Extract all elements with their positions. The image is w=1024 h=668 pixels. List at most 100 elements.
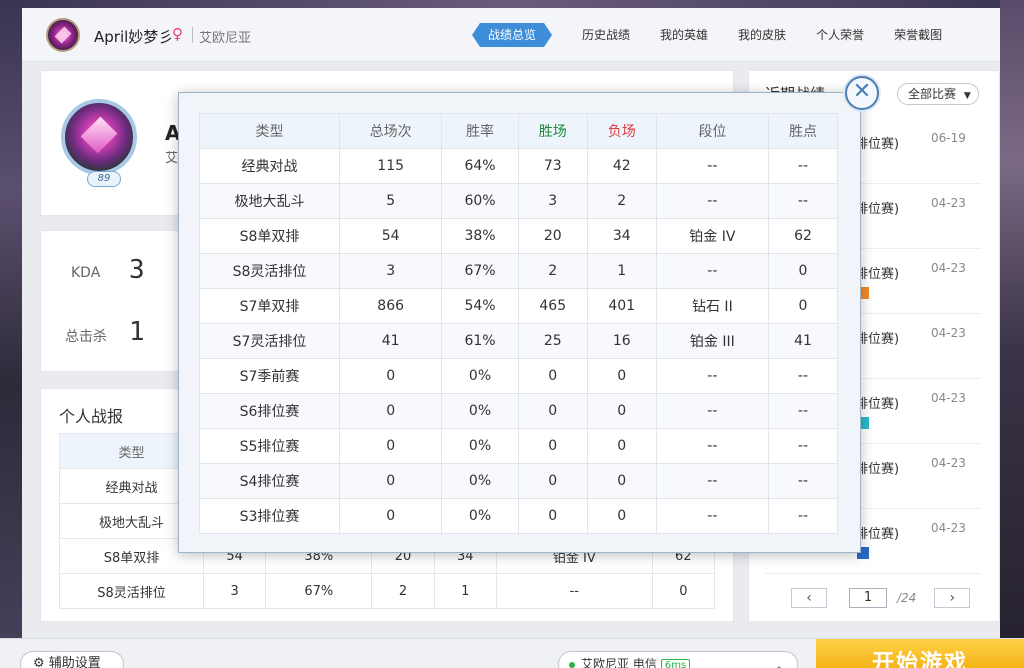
avatar[interactable]	[46, 18, 80, 52]
cell-total: 0	[338, 498, 443, 534]
cell-winrate: 64%	[441, 148, 519, 184]
status-dot-icon	[569, 661, 575, 668]
start-game-button[interactable]: 开始游戏	[816, 639, 1024, 668]
server-status-selector[interactable]: 艾欧尼亚 电信 6ms ︿	[558, 651, 798, 668]
table-row: S8单双排 54 38% 20 34 铂金 IV 62	[199, 218, 839, 254]
column-header-losses: 负场	[586, 113, 657, 149]
cell-wins: 0	[517, 498, 588, 534]
cell-points: 0	[767, 253, 839, 289]
bottom-bar: ⚙ 辅助设置 艾欧尼亚 电信 6ms ︿ 开始游戏	[0, 638, 1024, 668]
cell-rank: 钻石 II	[655, 288, 769, 324]
column-header-rank: 段位	[655, 113, 769, 149]
cell-points: 41	[767, 323, 839, 359]
next-page-button[interactable]: ›	[934, 588, 971, 608]
kills-label: 总击杀	[65, 329, 107, 345]
kda-label: KDA	[71, 265, 101, 281]
match-date: 04-23	[931, 261, 966, 275]
level-badge: 89	[87, 171, 121, 187]
cell-winrate: 0%	[441, 498, 519, 534]
cell-type: S6排位赛	[199, 393, 340, 429]
table-row: S4排位赛 0 0% 0 0 -- --	[199, 463, 839, 499]
match-date: 06-19	[931, 131, 966, 145]
cell-winrate: 38%	[441, 218, 519, 254]
chevron-up-icon: ︿	[772, 659, 785, 668]
close-popup-button[interactable]: ✕	[845, 76, 879, 110]
table-row: S8灵活排位 3 67% 2 1 -- 0	[59, 573, 716, 609]
profile-server: 艾	[165, 151, 179, 166]
tab-heroes[interactable]: 我的英雄	[660, 23, 708, 47]
table-cell: 3	[202, 573, 267, 609]
cell-rank: --	[655, 393, 769, 429]
match-date: 04-23	[931, 391, 966, 405]
cell-winrate: 67%	[441, 253, 519, 289]
match-mode: 排位赛)	[855, 527, 900, 542]
table-row: S7季前赛 0 0% 0 0 -- --	[199, 358, 839, 394]
cell-winrate: 54%	[441, 288, 519, 324]
background-art-top	[0, 0, 1024, 8]
tab-overview[interactable]: 战绩总览	[472, 23, 552, 47]
column-header-type: 类型	[199, 113, 340, 149]
cell-wins: 3	[517, 183, 588, 219]
table-row: S5排位赛 0 0% 0 0 -- --	[199, 428, 839, 464]
table-row: 极地大乱斗 5 60% 3 2 -- --	[199, 183, 839, 219]
tab-skins[interactable]: 我的皮肤	[738, 23, 786, 47]
page-number-input[interactable]: 1	[849, 588, 887, 608]
cell-total: 0	[338, 358, 443, 394]
cell-points: --	[767, 183, 839, 219]
table-cell: S8灵活排位	[59, 573, 204, 609]
tab-honors[interactable]: 个人荣誉	[816, 23, 864, 47]
profile-avatar	[61, 99, 137, 175]
match-filter-dropdown[interactable]: 全部比赛 ▼	[897, 83, 979, 105]
cell-points: --	[767, 358, 839, 394]
column-header-total: 总场次	[338, 113, 443, 149]
match-date: 04-23	[931, 196, 966, 210]
kda-value: 3	[129, 255, 145, 285]
header-bar: April妙梦彡 ♀ 艾欧尼亚 战绩总览 历史战绩 我的英雄 我的皮肤 个人荣誉…	[22, 8, 1000, 62]
match-mode: 排位赛)	[855, 202, 900, 217]
cell-type: S4排位赛	[199, 463, 340, 499]
page-total: /24	[897, 591, 917, 605]
cell-wins: 0	[517, 463, 588, 499]
server-name: 艾欧尼亚	[199, 31, 252, 46]
match-mode: 排位赛)	[855, 267, 900, 282]
cell-rank: 铂金 IV	[655, 218, 769, 254]
cell-wins: 20	[517, 218, 588, 254]
table-cell: 0	[651, 573, 716, 609]
cell-points: 62	[767, 218, 839, 254]
cell-losses: 34	[586, 218, 657, 254]
background-art-left	[0, 0, 22, 640]
table-cell: 2	[371, 573, 435, 609]
cell-points: 0	[767, 288, 839, 324]
prev-page-button[interactable]: ‹	[791, 588, 827, 608]
cell-type: 极地大乱斗	[199, 183, 340, 219]
cell-winrate: 0%	[441, 463, 519, 499]
cell-rank: --	[655, 148, 769, 184]
cell-losses: 0	[586, 393, 657, 429]
filter-label: 全部比赛	[908, 87, 957, 101]
cell-rank: --	[655, 253, 769, 289]
cell-winrate: 60%	[441, 183, 519, 219]
table-row: S3排位赛 0 0% 0 0 -- --	[199, 498, 839, 534]
table-row: S7单双排 866 54% 465 401 钻石 II 0	[199, 288, 839, 324]
tab-history[interactable]: 历史战绩	[582, 23, 630, 47]
cell-total: 3	[338, 253, 443, 289]
table-row: S7灵活排位 41 61% 25 16 铂金 III 41	[199, 323, 839, 359]
match-date: 04-23	[931, 326, 966, 340]
table-header-row: 类型 总场次 胜率 胜场 负场 段位 胜点	[199, 113, 839, 149]
assist-settings-button[interactable]: ⚙ 辅助设置	[20, 651, 124, 668]
background-art-right	[1000, 0, 1024, 640]
cell-total: 5	[338, 183, 443, 219]
tab-screenshots[interactable]: 荣誉截图	[894, 23, 942, 47]
cell-losses: 0	[586, 498, 657, 534]
match-date: 04-23	[931, 521, 966, 535]
cell-wins: 0	[517, 393, 588, 429]
kills-value: 1	[129, 317, 145, 347]
cell-type: S7灵活排位	[199, 323, 340, 359]
cell-type: S5排位赛	[199, 428, 340, 464]
table-cell: 1	[433, 573, 497, 609]
column-header-wins: 胜场	[517, 113, 588, 149]
cell-total: 0	[338, 393, 443, 429]
column-header-points: 胜点	[767, 113, 839, 149]
cell-wins: 25	[517, 323, 588, 359]
cell-type: 经典对战	[199, 148, 340, 184]
